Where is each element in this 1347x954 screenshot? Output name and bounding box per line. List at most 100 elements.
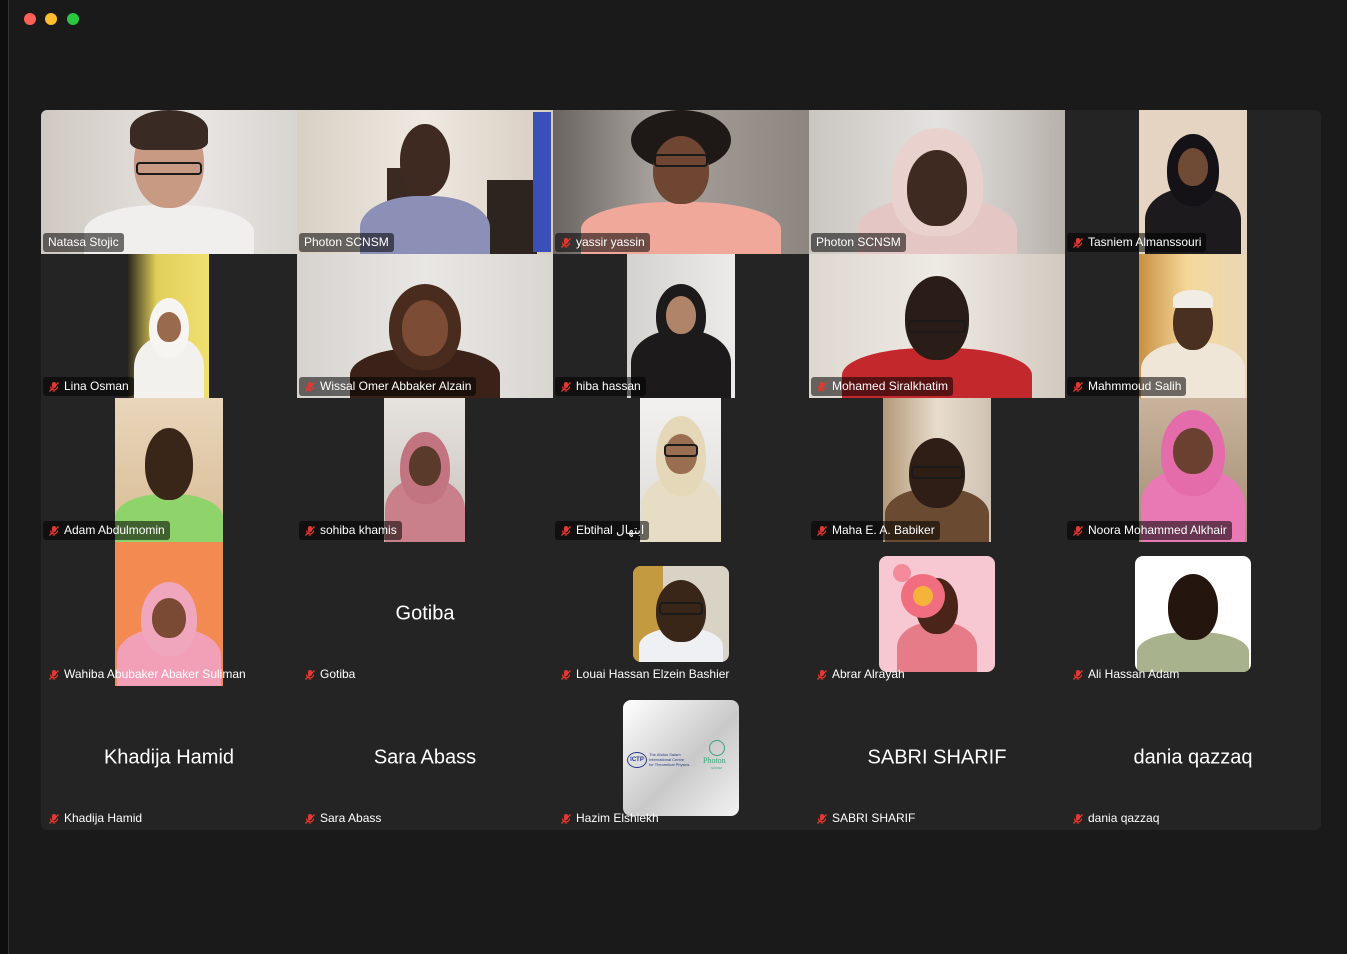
- profile-picture: [879, 556, 995, 672]
- microphone-muted-icon: [560, 381, 572, 393]
- participant-tile[interactable]: Ebtihal ابتهال: [553, 398, 809, 542]
- participant-name: Mohamed Siralkhatim: [811, 377, 954, 396]
- participant-name: dania qazzaq: [1067, 809, 1164, 828]
- participant-name: Ebtihal ابتهال: [555, 521, 650, 540]
- participant-name: hiba hassan: [555, 377, 646, 396]
- participant-display-name: Gotiba: [395, 602, 455, 625]
- ictp-photon-logo: ICTP The Abdus Salam International Centre…: [623, 700, 739, 816]
- participant-tile[interactable]: Maha E. A. Babiker: [809, 398, 1065, 542]
- participant-name: Wahiba Abubaker Abaker Suliman: [43, 665, 251, 684]
- participant-tile[interactable]: SABRI SHARIF SABRI SHARIF: [809, 686, 1065, 830]
- microphone-muted-icon: [816, 813, 828, 825]
- video-person: [1178, 148, 1208, 186]
- desktop-edge: [0, 0, 8, 954]
- microphone-muted-icon: [816, 669, 828, 681]
- participant-tile[interactable]: Khadija Hamid Khadija Hamid: [41, 686, 297, 830]
- video-person: [654, 154, 708, 167]
- microphone-muted-icon: [48, 813, 60, 825]
- participant-display-name: Khadija Hamid: [103, 746, 235, 769]
- participant-name: Photon SCNSM: [299, 233, 394, 252]
- video-person: [653, 136, 709, 204]
- video-person: [402, 300, 448, 356]
- participant-name: Mahmmoud Salih: [1067, 377, 1187, 396]
- participant-tile[interactable]: Ali Hassan Adam: [1065, 542, 1321, 686]
- participant-name: Lina Osman: [43, 377, 134, 396]
- profile-picture: [1135, 556, 1251, 672]
- video-person: [908, 320, 966, 333]
- participant-tile[interactable]: Photon SCNSM: [809, 110, 1065, 254]
- participant-tile[interactable]: sohiba khamis: [297, 398, 553, 542]
- participant-name: SABRI SHARIF: [811, 809, 920, 828]
- photon-logo-subtext: SCNSM: [711, 766, 722, 770]
- video-background: [487, 180, 537, 254]
- microphone-muted-icon: [1072, 381, 1084, 393]
- participant-tile[interactable]: ICTP The Abdus Salam International Centre…: [553, 686, 809, 830]
- participant-tile[interactable]: Adam Abdulmomin: [41, 398, 297, 542]
- participant-tile-active-speaker[interactable]: Photon SCNSM: [297, 110, 553, 254]
- video-person: [136, 162, 202, 175]
- participant-tile[interactable]: Noora Mohammed Alkhair: [1065, 398, 1321, 542]
- participant-name: Khadija Hamid: [43, 809, 147, 828]
- participant-display-name: SABRI SHARIF: [867, 746, 1007, 769]
- zoom-window-button[interactable]: [67, 13, 79, 25]
- microphone-muted-icon: [560, 669, 572, 681]
- video-person: [156, 312, 181, 342]
- microphone-muted-icon: [560, 237, 572, 249]
- photon-logo-icon: [709, 740, 725, 756]
- microphone-muted-icon: [304, 381, 316, 393]
- microphone-muted-icon: [560, 813, 572, 825]
- video-person: [145, 428, 193, 500]
- participant-tile[interactable]: dania qazzaq dania qazzaq: [1065, 686, 1321, 830]
- participant-tile[interactable]: Abrar Alrayah: [809, 542, 1065, 686]
- participant-tile[interactable]: Gotiba Gotiba: [297, 542, 553, 686]
- video-person: [152, 598, 186, 638]
- microphone-muted-icon: [48, 525, 60, 537]
- ictp-logo-text: The Abdus Salam International Centre for T…: [649, 752, 689, 767]
- photon-logo-text: Photon: [703, 756, 726, 765]
- profile-picture: [1168, 574, 1218, 640]
- participant-tile[interactable]: Wissal Omer Abbaker Alzain: [297, 254, 553, 398]
- close-window-button[interactable]: [24, 13, 36, 25]
- minimize-window-button[interactable]: [45, 13, 57, 25]
- video-person: [911, 466, 963, 479]
- microphone-muted-icon: [48, 669, 60, 681]
- participant-tile[interactable]: Tasniem Almanssouri: [1065, 110, 1321, 254]
- participant-tile[interactable]: Natasa Stojic: [41, 110, 297, 254]
- participant-name: yassir yassin: [555, 233, 650, 252]
- microphone-muted-icon: [304, 525, 316, 537]
- participant-tile[interactable]: Mahmmoud Salih: [1065, 254, 1321, 398]
- participant-name: Louai Hassan Elzein Bashier: [555, 665, 734, 684]
- microphone-muted-icon: [48, 381, 60, 393]
- participant-tile[interactable]: Wahiba Abubaker Abaker Suliman: [41, 542, 297, 686]
- participant-name: sohiba khamis: [299, 521, 402, 540]
- video-feed: [128, 254, 209, 398]
- microphone-muted-icon: [1072, 525, 1084, 537]
- gallery-view: Natasa Stojic Photon SCNSM yassir yassin…: [41, 110, 1321, 830]
- video-feed: [640, 398, 721, 542]
- participant-name: Natasa Stojic: [43, 233, 124, 252]
- participant-name: Noora Mohammed Alkhair: [1067, 521, 1232, 540]
- video-person: [905, 276, 969, 360]
- microphone-muted-icon: [1072, 813, 1084, 825]
- participant-tile[interactable]: Louai Hassan Elzein Bashier: [553, 542, 809, 686]
- video-person: [1173, 290, 1213, 308]
- video-person: [666, 296, 696, 334]
- microphone-muted-icon: [1072, 237, 1084, 249]
- participant-name: Wissal Omer Abbaker Alzain: [299, 377, 477, 396]
- participant-name: Ali Hassan Adam: [1067, 665, 1184, 684]
- participant-tile[interactable]: yassir yassin: [553, 110, 809, 254]
- microphone-muted-icon: [304, 669, 316, 681]
- participant-tile[interactable]: hiba hassan: [553, 254, 809, 398]
- video-background: [533, 112, 551, 252]
- video-person: [907, 150, 967, 226]
- participant-tile[interactable]: Mohamed Siralkhatim: [809, 254, 1065, 398]
- participant-tile[interactable]: Sara Abass Sara Abass: [297, 686, 553, 830]
- profile-picture: [659, 602, 703, 615]
- video-person: [400, 124, 450, 196]
- microphone-muted-icon: [1072, 669, 1084, 681]
- video-person: [1173, 428, 1213, 474]
- participant-name: Abrar Alrayah: [811, 665, 910, 684]
- participant-name: Hazim Elshiekh: [555, 809, 664, 828]
- video-person: [408, 446, 441, 486]
- participant-tile[interactable]: Lina Osman: [41, 254, 297, 398]
